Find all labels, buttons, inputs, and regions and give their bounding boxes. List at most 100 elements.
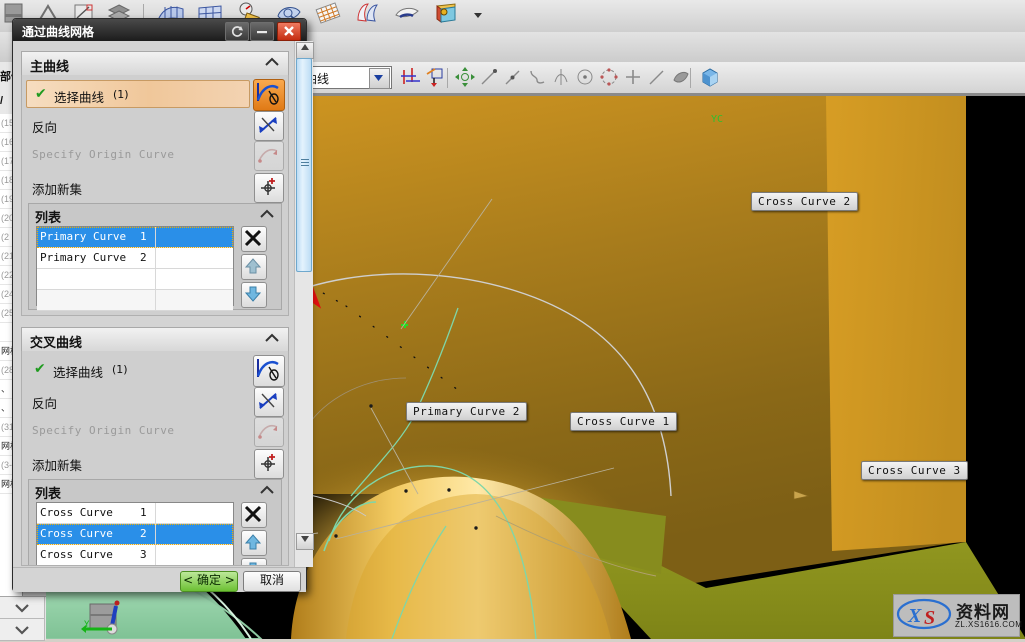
triangle-down-icon[interactable]	[296, 533, 314, 550]
select-curve-icon[interactable]	[253, 355, 285, 387]
section-body-cross-curve: ✔ 选择曲线 (1) 反向 Specify Origin Curve 添加新集 …	[21, 351, 289, 566]
pattern-icon[interactable]	[313, 0, 343, 29]
section-header-primary-curve[interactable]: 主曲线	[21, 51, 289, 77]
reverse-direction-icon[interactable]	[254, 111, 284, 141]
wcs-dynamic-icon[interactable]	[424, 66, 446, 91]
render-style-icon[interactable]	[699, 66, 721, 91]
curve-index: 1	[140, 230, 147, 243]
select-curve-count: (1)	[112, 363, 128, 376]
list-item-label: 、	[1, 384, 10, 394]
table-row[interactable]	[37, 269, 233, 290]
curve-index: 2	[140, 527, 147, 540]
dialog-titlebar[interactable]: 通过曲线网格	[13, 19, 306, 41]
snap-type-dropdown[interactable]: 曲线	[300, 66, 392, 89]
snap-all-icon[interactable]	[455, 67, 475, 90]
ok-button[interactable]: < 确定 >	[180, 571, 238, 592]
intersection-icon[interactable]	[551, 67, 571, 90]
endpoint-icon[interactable]	[479, 67, 499, 90]
table-row[interactable]: Cross Curve 3	[37, 545, 233, 566]
viewport-label-cross-curve-3: Cross Curve 3	[861, 461, 968, 480]
section-title: 交叉曲线	[30, 332, 82, 351]
primary-curve-list[interactable]: Primary Curve 1 Primary Curve 2	[36, 226, 234, 306]
quadrant-icon[interactable]	[599, 67, 619, 90]
table-row[interactable]: Primary Curve 1	[37, 227, 233, 248]
through-curve-mesh-dialog[interactable]: 通过曲线网格 主曲线 ✔ 选择曲线 (1)	[12, 18, 307, 592]
section-body-primary-curve: ✔ 选择曲线 (1) 反向 Specify Origin Curve 添加新集	[21, 75, 289, 316]
list-panel-title: 列表	[35, 207, 61, 226]
specify-origin-curve-label: Specify Origin Curve	[32, 148, 174, 161]
bounded-plane-icon[interactable]	[352, 0, 382, 29]
chevron-up-icon[interactable]	[264, 56, 280, 71]
list-item-label: 、	[1, 403, 10, 413]
chevron-down-icon[interactable]	[0, 619, 45, 641]
scrollbar-grip	[301, 159, 309, 166]
arc-center-icon[interactable]	[575, 67, 595, 90]
curve-name: Primary Curve	[40, 251, 137, 264]
move-up-icon[interactable]	[241, 530, 267, 556]
scrollbar-thumb[interactable]	[296, 58, 312, 272]
thicken-icon[interactable]	[431, 0, 461, 29]
chevron-up-icon[interactable]	[259, 208, 275, 223]
chevron-up-icon[interactable]	[259, 484, 275, 499]
curve-name: Primary Curve	[40, 230, 137, 243]
cancel-button[interactable]: 取消	[243, 571, 301, 592]
section-header-cross-curve[interactable]: 交叉曲线	[21, 327, 289, 353]
yc-axis-label: YC	[711, 114, 723, 125]
reverse-direction-icon[interactable]	[254, 387, 284, 417]
dialog-scrollbar[interactable]	[294, 41, 313, 567]
existing-point-icon[interactable]	[623, 67, 643, 90]
chevron-up-icon[interactable]	[264, 332, 280, 347]
offset-surface-icon[interactable]	[392, 0, 422, 29]
delete-icon[interactable]	[241, 502, 267, 528]
section-title: 主曲线	[30, 56, 69, 75]
move-down-icon[interactable]	[241, 282, 267, 308]
table-row[interactable]: Cross Curve 1	[37, 503, 233, 524]
origin-curve-icon[interactable]	[254, 141, 284, 171]
add-new-set-icon[interactable]	[254, 449, 284, 479]
chevron-down-icon[interactable]	[369, 68, 390, 89]
viewport-label-primary-curve-2: Primary Curve 2	[406, 402, 527, 421]
add-new-set-label: 添加新集	[32, 179, 82, 198]
curve-name: Cross Curve	[40, 527, 137, 540]
list-panel-title: 列表	[35, 483, 61, 502]
curve-index: 1	[140, 506, 147, 519]
model-triad-icon: Y	[72, 596, 142, 639]
navigator-footer	[0, 596, 46, 640]
list-item-label: (2	[1, 232, 9, 242]
move-down-icon[interactable]	[241, 558, 267, 566]
reverse-direction-label: 反向	[32, 393, 57, 412]
watermark-url: ZL.XS1616.COM	[955, 620, 1022, 629]
origin-curve-icon[interactable]	[254, 417, 284, 447]
curve-index: 3	[140, 548, 147, 561]
add-new-set-icon[interactable]	[254, 173, 284, 203]
cross-curve-list[interactable]: Cross Curve 1 Cross Curve 2 Cross Curve …	[36, 502, 234, 565]
list-panel-primary: 列表 Primary Curve 1 Primary Curve 2	[28, 203, 282, 310]
point-on-curve-icon[interactable]	[647, 67, 667, 90]
check-icon: ✔	[35, 85, 47, 102]
wcs-icon[interactable]	[400, 66, 422, 91]
reset-icon[interactable]	[225, 22, 249, 41]
toolbar-more-dropdown-icon[interactable]	[473, 0, 483, 29]
check-icon: ✔	[34, 360, 46, 377]
table-row[interactable]: Cross Curve 2	[37, 524, 233, 545]
watermark: X S 资料网 ZL.XS1616.COM	[893, 594, 1020, 637]
select-curve-icon[interactable]	[253, 79, 285, 111]
svg-text:Y: Y	[84, 620, 90, 630]
table-row[interactable]: Primary Curve 2	[37, 248, 233, 269]
control-point-icon[interactable]	[527, 67, 547, 90]
triangle-up-icon[interactable]	[296, 42, 314, 59]
select-curve-row-primary[interactable]: ✔ 选择曲线 (1)	[26, 80, 250, 108]
select-curve-count: (1)	[113, 88, 129, 101]
viewport-label-cross-curve-1: Cross Curve 1	[570, 412, 677, 431]
chevron-down-icon[interactable]	[0, 597, 45, 619]
close-icon[interactable]	[277, 22, 301, 41]
select-curve-row-cross[interactable]: ✔ 选择曲线 (1)	[26, 356, 248, 382]
move-up-icon[interactable]	[241, 254, 267, 280]
delete-icon[interactable]	[241, 226, 267, 252]
point-on-face-icon[interactable]	[671, 67, 691, 90]
table-row[interactable]	[37, 290, 233, 311]
curve-name: Cross Curve	[40, 548, 137, 561]
minimize-icon[interactable]	[250, 22, 274, 41]
viewport-label-cross-curve-2: Cross Curve 2	[751, 192, 858, 211]
midpoint-icon[interactable]	[503, 67, 523, 90]
